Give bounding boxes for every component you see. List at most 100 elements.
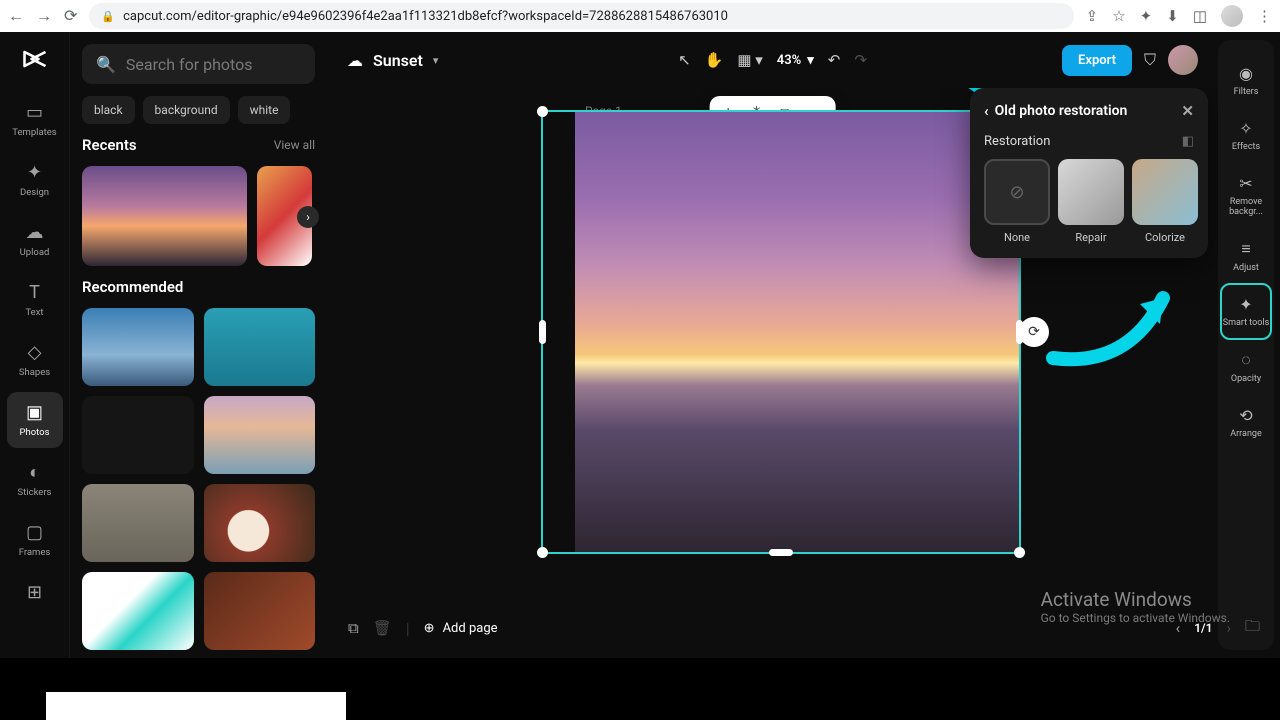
rail-shapes[interactable]: ◇Shapes <box>7 332 63 388</box>
layers-icon[interactable]: 🗀 <box>1245 616 1260 641</box>
close-icon[interactable]: ✕ <box>1181 102 1194 120</box>
download-icon[interactable]: ⬇ <box>1166 7 1179 25</box>
view-all-link[interactable]: View all <box>274 138 315 152</box>
url-text: capcut.com/editor-graphic/e94e9602396f4e… <box>123 9 728 24</box>
recents-heading: Recents <box>82 136 137 154</box>
user-avatar[interactable] <box>1168 45 1198 75</box>
next-icon[interactable]: › <box>297 206 319 228</box>
photo-thumb[interactable] <box>82 396 194 474</box>
zoom-control[interactable]: 43% ▾ <box>777 53 814 68</box>
left-panel: 🔍 Search for photos black background whi… <box>70 32 327 658</box>
compare-icon[interactable]: ◧ <box>1182 134 1194 149</box>
templates-icon: ▭ <box>26 102 43 123</box>
cursor-icon[interactable]: ↖ <box>678 51 691 69</box>
shield-icon[interactable]: ⛉ <box>1144 50 1156 70</box>
canvas-area: ☁ Sunset ▾ ↖ ✋ ▦ ▾ 43% ▾ ↶ ↷ Export ⛉ Pa… <box>327 32 1218 658</box>
back-icon[interactable]: ‹ <box>984 102 989 120</box>
recent-thumb[interactable] <box>82 166 247 266</box>
filters-icon: ◉ <box>1239 64 1253 83</box>
rail-design[interactable]: ✦Design <box>7 152 63 208</box>
recommended-grid <box>82 308 315 650</box>
photo-thumb[interactable] <box>82 484 194 562</box>
photo-thumb[interactable] <box>82 308 194 386</box>
photo-thumb[interactable] <box>204 396 316 474</box>
export-button[interactable]: Export <box>1062 45 1132 76</box>
tag-background[interactable]: background <box>143 96 230 124</box>
chevron-down-icon: ▾ <box>433 54 439 67</box>
rr-arrange[interactable]: ⟲Arrange <box>1222 396 1270 449</box>
address-bar[interactable]: 🔒 capcut.com/editor-graphic/e94e9602396f… <box>89 3 1073 29</box>
option-colorize[interactable]: Colorize <box>1132 159 1198 244</box>
reload-icon[interactable]: ⟳ <box>64 6 77 26</box>
browser-chrome: ← → ⟳ 🔒 capcut.com/editor-graphic/e94e96… <box>0 0 1280 32</box>
panel-icon[interactable]: ◫ <box>1193 7 1207 25</box>
option-repair[interactable]: Repair <box>1058 159 1124 244</box>
star-icon[interactable]: ☆ <box>1112 7 1125 25</box>
resize-handle[interactable] <box>1014 547 1025 558</box>
option-none[interactable]: ⊘ None <box>984 159 1050 244</box>
canvas-body[interactable]: Page 1 ⟂ ⁂ ⧉ ⋯ ⟳ <box>327 88 1218 658</box>
rr-adjust[interactable]: ≡Adjust <box>1222 229 1270 283</box>
right-rail: ◉Filters ✧Effects ✂Remove backgr... ≡Adj… <box>1218 40 1274 650</box>
pages-icon[interactable]: ⧉ <box>348 619 359 637</box>
topbar: ☁ Sunset ▾ ↖ ✋ ▦ ▾ 43% ▾ ↶ ↷ Export ⛉ <box>327 32 1218 88</box>
text-icon: T <box>29 282 40 303</box>
resize-handle[interactable] <box>537 106 548 117</box>
more-icon: ⊞ <box>27 582 42 603</box>
hand-icon[interactable]: ✋ <box>705 51 724 69</box>
recommended-heading: Recommended <box>82 278 183 296</box>
refresh-icon[interactable]: ⟳ <box>1019 317 1049 347</box>
photos-icon: ▣ <box>26 402 43 423</box>
rail-more[interactable]: ⊞ <box>7 572 63 613</box>
upload-icon: ☁ <box>26 222 44 243</box>
tag-black[interactable]: black <box>82 96 135 124</box>
add-page-button[interactable]: ⊕ Add page <box>424 621 498 636</box>
rail-frames[interactable]: ▢Frames <box>7 512 63 568</box>
annotation-arrow <box>1038 268 1188 382</box>
resize-handle[interactable] <box>537 547 548 558</box>
capcut-logo[interactable] <box>20 44 50 74</box>
back-icon[interactable]: ← <box>8 6 24 26</box>
rail-templates[interactable]: ▭Templates <box>7 92 63 148</box>
redo-icon[interactable]: ↷ <box>854 51 867 69</box>
trash-icon[interactable]: 🗑 <box>373 619 392 637</box>
rr-effects[interactable]: ✧Effects <box>1222 109 1270 162</box>
photo-thumb[interactable] <box>204 572 316 650</box>
profile-avatar[interactable] <box>1221 5 1243 27</box>
rr-remove-bg[interactable]: ✂Remove backgr... <box>1222 164 1270 227</box>
footer-strip <box>0 658 1280 720</box>
tag-row: black background white <box>82 96 315 124</box>
photo-thumb[interactable] <box>82 572 194 650</box>
resize-handle[interactable] <box>769 549 793 556</box>
search-icon: 🔍 <box>96 55 116 74</box>
forward-icon[interactable]: → <box>36 6 52 26</box>
windows-watermark: Activate Windows Go to Settings to activ… <box>1041 588 1230 625</box>
selection-frame[interactable]: ⟳ <box>541 110 1021 554</box>
rr-filters[interactable]: ◉Filters <box>1222 54 1270 107</box>
rail-upload[interactable]: ☁Upload <box>7 212 63 268</box>
tag-white[interactable]: white <box>238 96 291 124</box>
restoration-popover: ‹ Old photo restoration ✕ Restoration ◧ … <box>970 88 1208 258</box>
rail-photos[interactable]: ▣Photos <box>7 392 63 448</box>
recents-row: › <box>82 166 315 266</box>
add-page-icon: ⊕ <box>424 621 435 636</box>
cloud-icon: ☁ <box>347 51 363 70</box>
frames-icon: ▢ <box>26 522 43 543</box>
doc-name-group[interactable]: ☁ Sunset ▾ <box>347 51 438 70</box>
extensions-icon[interactable]: ✦ <box>1140 7 1153 25</box>
photo-thumb[interactable] <box>204 308 316 386</box>
menu-icon[interactable]: ⋮ <box>1257 7 1272 25</box>
rr-opacity[interactable]: ◌Opacity <box>1222 340 1270 394</box>
doc-name: Sunset <box>373 51 423 70</box>
rail-text[interactable]: TText <box>7 272 63 328</box>
left-rail: ▭Templates ✦Design ☁Upload TText ◇Shapes… <box>0 32 70 658</box>
rail-stickers[interactable]: ◐Stickers <box>7 452 63 508</box>
layout-icon[interactable]: ▦ ▾ <box>737 51 762 69</box>
share-icon[interactable]: ⇪ <box>1086 7 1099 25</box>
rr-smart-tools[interactable]: ✦Smart tools <box>1222 285 1270 338</box>
undo-icon[interactable]: ↶ <box>828 51 841 69</box>
search-input[interactable]: 🔍 Search for photos <box>82 44 315 84</box>
resize-handle[interactable] <box>539 320 546 344</box>
stickers-icon: ◐ <box>29 462 40 483</box>
photo-thumb[interactable] <box>204 484 316 562</box>
